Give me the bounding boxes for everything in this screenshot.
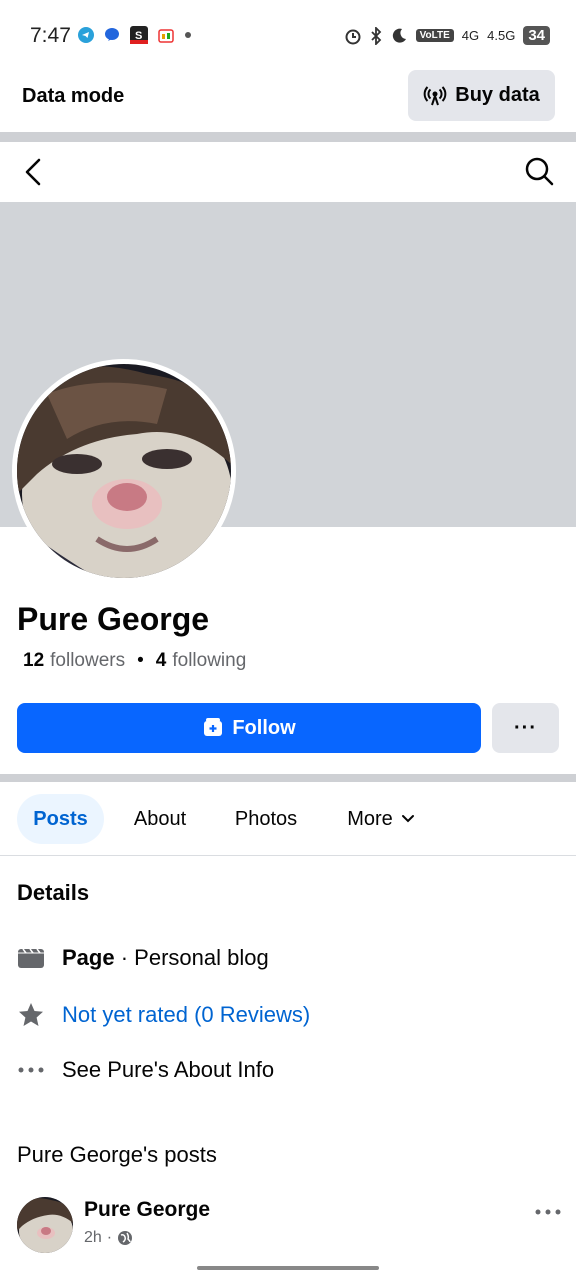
tab-posts[interactable]: Posts xyxy=(17,794,104,844)
home-indicator[interactable] xyxy=(197,1266,379,1270)
detail-page-type: Page · Personal blog xyxy=(17,944,269,972)
calendar-app-icon xyxy=(158,29,174,43)
broadcast-icon xyxy=(423,85,447,105)
moon-icon xyxy=(392,28,406,43)
network-45g: 4.5G xyxy=(487,28,516,43)
messenger-icon xyxy=(105,28,119,41)
detail-rating[interactable]: Not yet rated (0 Reviews) xyxy=(17,1001,310,1029)
notification-dot-icon xyxy=(185,32,191,38)
tab-photos[interactable]: Photos xyxy=(222,794,310,844)
posts-heading: Pure George's posts xyxy=(17,1142,217,1167)
following-count[interactable]: 4 xyxy=(156,650,167,672)
rating-link[interactable]: Not yet rated (0 Reviews) xyxy=(62,1002,310,1028)
following-label[interactable]: following xyxy=(172,650,246,672)
followers-count[interactable]: 12 xyxy=(23,650,44,672)
star-icon xyxy=(17,1001,45,1029)
status-time: 7:47 xyxy=(30,24,71,47)
cat-photo xyxy=(17,364,231,578)
details-heading: Details xyxy=(17,880,90,905)
search-icon[interactable] xyxy=(524,156,554,186)
page-label: Page xyxy=(62,945,115,970)
tab-posts-label: Posts xyxy=(33,807,88,830)
buy-data-button[interactable]: Buy data xyxy=(408,70,555,121)
divider xyxy=(0,132,576,142)
more-horizontal-icon xyxy=(535,1209,561,1215)
stats-separator: • xyxy=(137,650,144,671)
more-options-button[interactable]: ··· xyxy=(492,703,559,753)
battery-indicator: 34 xyxy=(523,26,550,45)
volte-badge: VoLTE xyxy=(415,29,454,42)
app-s-icon: S xyxy=(130,26,148,44)
globe-icon xyxy=(118,1231,133,1245)
post-meta: 2h · xyxy=(84,1229,133,1247)
buy-data-label: Buy data xyxy=(455,84,540,106)
divider xyxy=(0,774,576,782)
follow-label: Follow xyxy=(232,716,296,739)
data-mode-label: Data mode xyxy=(22,85,125,107)
tab-more-label: More xyxy=(347,807,393,830)
profile-tabs: Posts About Photos More xyxy=(0,782,576,856)
post-author-name[interactable]: Pure George xyxy=(84,1198,210,1222)
about-info-link[interactable]: See Pure's About Info xyxy=(62,1057,274,1083)
post-options-button[interactable] xyxy=(534,1196,562,1222)
followers-label[interactable]: followers xyxy=(50,650,125,672)
post-author-avatar[interactable] xyxy=(17,1197,73,1253)
page-category: Personal blog xyxy=(134,945,269,970)
back-arrow-icon[interactable] xyxy=(20,156,48,188)
page-flag-icon xyxy=(17,944,45,972)
follow-stats: 12 followers • 4 following xyxy=(23,650,246,672)
detail-about[interactable]: See Pure's About Info xyxy=(17,1056,274,1084)
data-mode-bar: Data mode Buy data xyxy=(0,66,576,132)
ellipsis-icon xyxy=(17,1056,45,1084)
alarm-icon xyxy=(345,29,361,44)
network-4g: 4G xyxy=(461,28,480,43)
tab-about-label: About xyxy=(133,807,187,830)
status-bar: 7:47 S VoLTE 4G 4.5G 34 xyxy=(0,0,576,72)
tab-more[interactable]: More xyxy=(336,794,426,844)
chevron-down-icon xyxy=(401,815,414,823)
page-separator: · xyxy=(114,945,135,970)
follow-icon xyxy=(204,718,223,736)
telegram-icon xyxy=(78,27,94,43)
tab-photos-label: Photos xyxy=(234,807,298,830)
bluetooth-icon xyxy=(370,26,381,45)
post-time[interactable]: 2h xyxy=(84,1229,102,1247)
post-meta-separator: · xyxy=(106,1229,113,1246)
follow-button[interactable]: Follow xyxy=(17,703,481,753)
profile-picture[interactable] xyxy=(12,359,236,583)
tab-about[interactable]: About xyxy=(120,794,200,844)
nav-bar xyxy=(0,142,576,202)
profile-name: Pure George xyxy=(17,601,210,637)
avatar xyxy=(17,364,231,578)
